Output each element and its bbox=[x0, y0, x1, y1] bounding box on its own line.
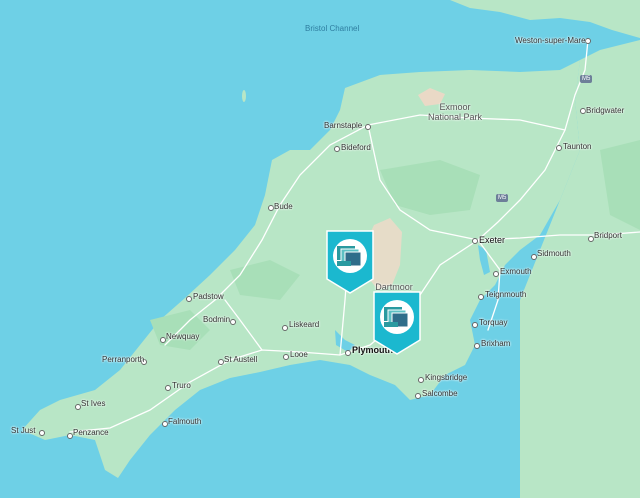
place-dot bbox=[334, 146, 340, 152]
place-label-sidmouth[interactable]: Sidmouth bbox=[537, 250, 571, 258]
place-dot bbox=[39, 430, 45, 436]
place-dot bbox=[474, 343, 480, 349]
place-label-penzance[interactable]: Penzance bbox=[73, 429, 109, 437]
place-label-newquay[interactable]: Newquay bbox=[166, 333, 199, 341]
place-dot bbox=[415, 393, 421, 399]
place-label-brixham[interactable]: Brixham bbox=[481, 340, 510, 348]
map-marker[interactable] bbox=[372, 290, 422, 356]
place-label-bridport[interactable]: Bridport bbox=[594, 232, 622, 240]
place-label-torquay[interactable]: Torquay bbox=[479, 319, 507, 327]
place-label-bude[interactable]: Bude bbox=[274, 203, 293, 211]
place-label-taunton[interactable]: Taunton bbox=[563, 143, 591, 151]
road-shield-m5: M5 bbox=[496, 194, 509, 202]
place-dot bbox=[493, 271, 499, 277]
place-label-kingsbridge[interactable]: Kingsbridge bbox=[425, 374, 467, 382]
place-label-bridgwater[interactable]: Bridgwater bbox=[586, 107, 624, 115]
place-dot bbox=[365, 124, 371, 130]
place-label-exeter[interactable]: Exeter bbox=[479, 236, 505, 245]
layered-panels-icon bbox=[373, 291, 421, 355]
layered-panels-icon bbox=[326, 230, 374, 294]
place-dot bbox=[282, 325, 288, 331]
place-dot bbox=[418, 377, 424, 383]
place-label-bodmin[interactable]: Bodmin bbox=[203, 316, 230, 324]
place-dot bbox=[478, 294, 484, 300]
place-dot bbox=[472, 322, 478, 328]
park-label-exmoor: Exmoor National Park bbox=[427, 102, 483, 123]
place-label-st-austell[interactable]: St Austell bbox=[224, 356, 257, 364]
place-label-padstow[interactable]: Padstow bbox=[193, 293, 224, 301]
place-dot bbox=[165, 385, 171, 391]
place-dot bbox=[472, 238, 478, 244]
place-label-weston-super-mare[interactable]: Weston-super-Mare bbox=[515, 37, 586, 45]
place-label-perranporth[interactable]: Perranporth bbox=[102, 356, 144, 364]
place-dot bbox=[186, 296, 192, 302]
place-label-falmouth[interactable]: Falmouth bbox=[168, 418, 201, 426]
sea-label: Bristol Channel bbox=[305, 24, 360, 33]
map-marker[interactable] bbox=[325, 229, 375, 295]
place-label-teignmouth[interactable]: Teignmouth bbox=[485, 291, 526, 299]
place-label-truro[interactable]: Truro bbox=[172, 382, 191, 390]
map-canvas[interactable]: Bristol Channel Exmoor National Park Dar… bbox=[0, 0, 640, 498]
place-label-st-just[interactable]: St Just bbox=[11, 427, 35, 435]
place-label-looe[interactable]: Looe bbox=[290, 351, 308, 359]
place-label-st-ives[interactable]: St Ives bbox=[81, 400, 105, 408]
place-dot bbox=[283, 354, 289, 360]
road-shield-m5: M5 bbox=[580, 75, 593, 83]
place-label-liskeard[interactable]: Liskeard bbox=[289, 321, 319, 329]
place-dot bbox=[345, 350, 351, 356]
place-dot bbox=[556, 145, 562, 151]
place-dot bbox=[230, 319, 236, 325]
place-label-exmouth[interactable]: Exmouth bbox=[500, 268, 532, 276]
place-label-salcombe[interactable]: Salcombe bbox=[422, 390, 458, 398]
place-label-barnstaple[interactable]: Barnstaple bbox=[324, 122, 362, 130]
place-label-bideford[interactable]: Bideford bbox=[341, 144, 371, 152]
